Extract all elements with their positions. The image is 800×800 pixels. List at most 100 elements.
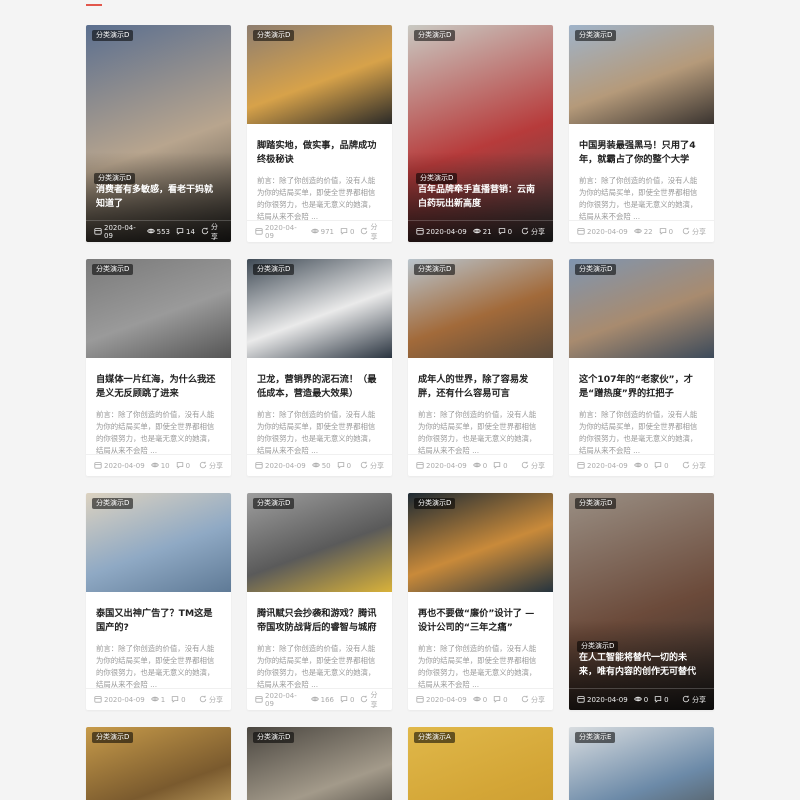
article-card[interactable]: 分类演示D xyxy=(86,727,231,800)
view-count: 0 xyxy=(472,695,487,705)
article-thumbnail[interactable]: 分类演示D xyxy=(408,259,553,358)
date: 2020-04-09 xyxy=(416,227,467,237)
category-badge[interactable]: 分类演示E xyxy=(575,732,616,743)
category-badge[interactable]: 分类演示D xyxy=(575,264,617,275)
date: 2020-04-09 xyxy=(577,461,628,471)
category-badge[interactable]: 分类演示D xyxy=(253,264,295,275)
article-title[interactable]: 这个107年的“老家伙”，才是“蹭热度”界的扛把子 xyxy=(579,373,704,401)
category-badge[interactable]: 分类演示A xyxy=(414,732,455,743)
card-meta: 2020-04-09 21 0 分享 xyxy=(408,220,553,242)
category-badge[interactable]: 分类演示D xyxy=(92,498,134,509)
date: 2020-04-09 xyxy=(94,461,145,471)
category-badge[interactable]: 分类演示D xyxy=(92,264,134,275)
share-button[interactable]: 分享 xyxy=(360,222,384,242)
category-badge[interactable]: 分类演示D xyxy=(414,30,456,41)
article-thumbnail[interactable]: 分类演示D xyxy=(86,727,231,800)
article-title[interactable]: 消费者有多敏感，看老干妈就知道了 xyxy=(96,183,221,211)
article-title[interactable]: 在人工智能将替代一切的未来，唯有内容的创作无可替代 xyxy=(579,651,704,679)
share-icon xyxy=(360,695,370,705)
article-thumbnail[interactable]: 分类演示E xyxy=(569,727,714,800)
share-button[interactable]: 分享 xyxy=(521,461,545,471)
calendar-icon xyxy=(416,461,426,471)
card-meta: 2020-04-09 1 0 分享 xyxy=(86,688,231,710)
card-meta: 2020-04-09 50 0 分享 xyxy=(247,454,392,476)
calendar-icon xyxy=(577,227,587,237)
card-meta: 2020-04-09 166 0 分享 xyxy=(247,688,392,710)
article-title[interactable]: 卫龙，营销界的泥石流！（最低成本，营造最大效果） xyxy=(257,373,382,401)
article-card[interactable]: 分类演示D xyxy=(247,727,392,800)
eye-icon xyxy=(146,227,157,237)
article-card[interactable]: 分类演示D 中国男装最强黑马！只用了4年，就霸占了你的整个大学 前言：除了你创造的价… xyxy=(569,25,714,242)
comment-count: 0 xyxy=(176,461,190,471)
category-badge[interactable]: 分类演示D xyxy=(253,30,295,41)
article-card[interactable]: 分类演示D 成年人的世界，除了容易发胖，还有什么容易可言 前言：除了你创造的价值，没… xyxy=(408,259,553,476)
category-badge[interactable]: 分类演示D xyxy=(575,498,617,509)
article-title[interactable]: 成年人的世界，除了容易发胖，还有什么容易可言 xyxy=(418,373,543,401)
article-title[interactable]: 泰国又出神广告了？TM这是国产的? xyxy=(96,607,221,635)
article-card[interactable]: 分类演示D 这个107年的“老家伙”，才是“蹭热度”界的扛把子 前言：除了你创造的价… xyxy=(569,259,714,476)
article-card[interactable]: 分类演示D 分类演示D 在人工智能将替代一切的未来，唯有内容的创作无可替代 2020-… xyxy=(569,493,714,710)
article-card[interactable]: 分类演示D 再也不要做“廉价”设计了 — 设计公司的“三年之痛” 前言：除了你创造的… xyxy=(408,493,553,710)
category-badge[interactable]: 分类演示D xyxy=(414,264,456,275)
article-thumbnail[interactable]: 分类演示A xyxy=(408,727,553,800)
comment-icon xyxy=(176,461,186,471)
article-card[interactable]: 分类演示A xyxy=(408,727,553,800)
article-card[interactable]: 分类演示D 泰国又出神广告了？TM这是国产的? 前言：除了你创造的价值，没有人能为你… xyxy=(86,493,231,710)
article-thumbnail[interactable]: 分类演示D xyxy=(86,259,231,358)
comment-count: 0 xyxy=(337,461,351,471)
article-title[interactable]: 自媒体一片红海，为什么我还是义无反顾跳了进来 xyxy=(96,373,221,401)
article-thumbnail[interactable]: 分类演示D xyxy=(247,25,392,124)
article-card[interactable]: 分类演示D 分类演示D 消费者有多敏感，看老干妈就知道了 2020-04-09 553 1… xyxy=(86,25,231,242)
category-badge[interactable]: 分类演示D xyxy=(92,732,134,743)
comment-icon xyxy=(493,695,503,705)
article-title[interactable]: 脚踏实地，做实事，品牌成功终极秘诀 xyxy=(257,139,382,167)
eye-icon xyxy=(633,227,644,237)
share-button[interactable]: 分享 xyxy=(682,695,706,705)
article-card[interactable]: 分类演示D 自媒体一片红海，为什么我还是义无反顾跳了进来前言：除了你创造的价值，没… xyxy=(86,259,231,476)
article-title[interactable]: 百年品牌牵手直播营销：云南白药玩出新高度 xyxy=(418,183,543,211)
share-button[interactable]: 分享 xyxy=(521,227,545,237)
article-thumbnail[interactable]: 分类演示D xyxy=(247,493,392,592)
comment-icon xyxy=(654,461,664,471)
article-thumbnail[interactable]: 分类演示D xyxy=(247,259,392,358)
share-button[interactable]: 分享 xyxy=(360,461,384,471)
category-badge[interactable]: 分类演示D xyxy=(92,30,134,41)
article-thumbnail[interactable]: 分类演示D xyxy=(408,493,553,592)
date: 2020-04-09 xyxy=(255,692,305,708)
date: 2020-04-09 xyxy=(94,695,145,705)
share-button[interactable]: 分享 xyxy=(199,695,223,705)
share-button[interactable]: 分享 xyxy=(682,227,706,237)
share-button[interactable]: 分享 xyxy=(682,461,706,471)
share-icon xyxy=(201,227,211,237)
article-card[interactable]: 分类演示D 分类演示D 百年品牌牵手直播营销：云南白药玩出新高度 2020-04-09… xyxy=(408,25,553,242)
article-thumbnail[interactable]: 分类演示D xyxy=(569,25,714,124)
article-title[interactable]: 再也不要做“廉价”设计了 — 设计公司的“三年之痛” xyxy=(418,607,543,635)
article-thumbnail[interactable]: 分类演示D xyxy=(569,259,714,358)
article-card[interactable]: 分类演示D 腾讯赋只会抄袭和游戏？腾讯帝国攻防战背后的睿智与城府 前言：除了你创造的… xyxy=(247,493,392,710)
share-icon xyxy=(521,695,531,705)
comment-icon xyxy=(654,695,664,705)
share-button[interactable]: 分享 xyxy=(521,695,545,705)
article-excerpt: 前言：除了你创造的价值，没有人能为你的结局买单，即使全世界都相信的你很努力，也是… xyxy=(96,410,215,455)
comment-count: 0 xyxy=(340,695,354,705)
eye-icon xyxy=(472,695,483,705)
calendar-icon xyxy=(577,461,587,471)
article-card[interactable]: 分类演示D 卫龙，营销界的泥石流！（最低成本，营造最大效果） 前言：除了你创造的价值… xyxy=(247,259,392,476)
article-card[interactable]: 分类演示D 脚踏实地，做实事，品牌成功终极秘诀 前言：除了你创造的价值，没有人能为你… xyxy=(247,25,392,242)
article-thumbnail[interactable]: 分类演示D xyxy=(247,727,392,800)
article-card[interactable]: 分类演示E xyxy=(569,727,714,800)
share-button[interactable]: 分享 xyxy=(360,690,384,710)
share-button[interactable]: 分享 xyxy=(201,222,223,242)
article-thumbnail[interactable]: 分类演示D xyxy=(86,493,231,592)
category-badge[interactable]: 分类演示D xyxy=(253,498,295,509)
calendar-icon xyxy=(94,227,104,237)
category-badge[interactable]: 分类演示D xyxy=(414,498,456,509)
article-title[interactable]: 腾讯赋只会抄袭和游戏？腾讯帝国攻防战背后的睿智与城府 xyxy=(257,607,382,635)
category-badge[interactable]: 分类演示D xyxy=(575,30,617,41)
eye-icon xyxy=(150,695,161,705)
date: 2020-04-09 xyxy=(255,224,305,240)
category-badge[interactable]: 分类演示D xyxy=(253,732,295,743)
card-meta: 2020-04-09 553 14 分享 xyxy=(86,220,231,242)
share-button[interactable]: 分享 xyxy=(199,461,223,471)
article-title[interactable]: 中国男装最强黑马！只用了4年，就霸占了你的整个大学 xyxy=(579,139,704,167)
